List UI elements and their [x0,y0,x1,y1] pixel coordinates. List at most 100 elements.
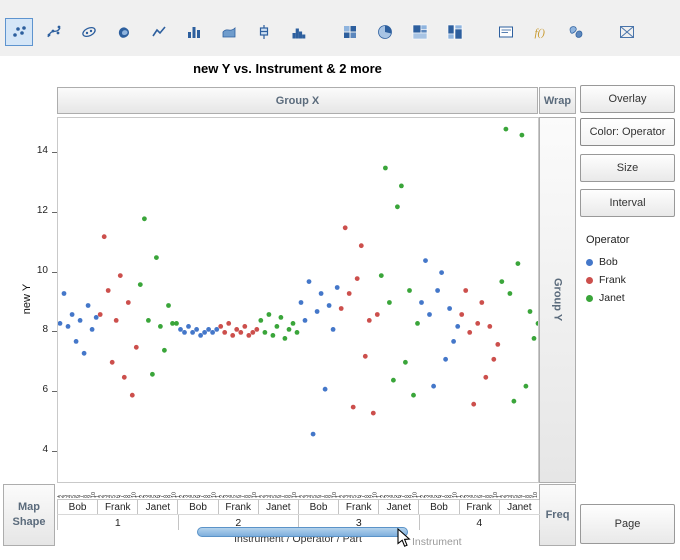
data-point[interactable] [222,330,227,335]
smoother-icon[interactable] [40,18,68,46]
data-point[interactable] [419,300,424,305]
data-point[interactable] [435,288,440,293]
data-point[interactable] [134,345,139,350]
data-point[interactable] [455,324,460,329]
data-point[interactable] [363,354,368,359]
data-point[interactable] [230,333,235,338]
data-point[interactable] [102,234,107,239]
plot-area[interactable] [57,117,539,483]
interval-button[interactable]: Interval [580,189,675,217]
data-point[interactable] [391,378,396,383]
group-x-drop-zone[interactable]: Group X [57,87,538,114]
data-point[interactable] [383,166,388,171]
data-point[interactable] [359,243,364,248]
data-point[interactable] [355,276,360,281]
data-point[interactable] [463,288,468,293]
legend-item[interactable]: Frank [586,271,678,289]
data-point[interactable] [471,402,476,407]
data-point[interactable] [415,321,420,326]
data-point[interactable] [371,411,376,416]
overlay-button[interactable]: Overlay [580,85,675,113]
data-point[interactable] [110,360,115,365]
data-point[interactable] [142,216,147,221]
data-point[interactable] [190,330,195,335]
data-point[interactable] [375,312,380,317]
data-point[interactable] [379,273,384,278]
data-point[interactable] [411,393,416,398]
data-point[interactable] [516,261,521,266]
data-point[interactable] [146,318,151,323]
data-point[interactable] [367,318,372,323]
data-point[interactable] [443,357,448,362]
data-point[interactable] [275,324,280,329]
data-point[interactable] [291,321,296,326]
data-point[interactable] [311,432,316,437]
data-point[interactable] [495,342,500,347]
data-point[interactable] [536,321,538,326]
data-point[interactable] [351,405,356,410]
data-point[interactable] [82,351,87,356]
data-point[interactable] [399,184,404,189]
data-point[interactable] [242,324,247,329]
data-point[interactable] [287,327,292,332]
data-point[interactable] [491,357,496,362]
data-point[interactable] [206,327,211,332]
area-icon[interactable] [215,18,243,46]
data-point[interactable] [451,339,456,344]
data-point[interactable] [126,300,131,305]
data-point[interactable] [234,327,239,332]
data-point[interactable] [70,312,75,317]
data-point[interactable] [263,330,268,335]
data-point[interactable] [508,291,513,296]
data-point[interactable] [74,339,79,344]
data-point[interactable] [138,282,143,287]
data-point[interactable] [250,330,255,335]
contour-icon[interactable] [110,18,138,46]
data-point[interactable] [226,321,231,326]
data-point[interactable] [279,315,284,320]
data-point[interactable] [246,333,251,338]
data-point[interactable] [439,270,444,275]
data-point[interactable] [467,330,472,335]
legend-item[interactable]: Bob [586,253,678,271]
freq-drop-zone[interactable]: Freq [539,484,576,546]
data-point[interactable] [403,360,408,365]
legend-item[interactable]: Janet [586,289,678,307]
data-point[interactable] [210,330,215,335]
data-point[interactable] [66,324,71,329]
formula-icon[interactable]: f() [527,18,555,46]
data-point[interactable] [387,300,392,305]
data-point[interactable] [122,375,127,380]
data-point[interactable] [202,330,207,335]
data-point[interactable] [130,393,135,398]
data-point[interactable] [186,324,191,329]
data-point[interactable] [520,133,525,138]
data-point[interactable] [58,321,62,326]
data-point[interactable] [528,309,533,314]
data-point[interactable] [327,303,332,308]
data-point[interactable] [431,384,436,389]
data-point[interactable] [319,291,324,296]
data-point[interactable] [512,399,517,404]
data-point[interactable] [395,204,400,209]
data-point[interactable] [62,291,67,296]
data-point[interactable] [154,255,159,260]
line-icon[interactable] [145,18,173,46]
data-point[interactable] [299,300,304,305]
data-point[interactable] [487,324,492,329]
data-point[interactable] [307,279,312,284]
data-point[interactable] [532,336,537,341]
y-axis-title[interactable]: new Y [21,269,33,329]
heatmap-icon[interactable] [336,18,364,46]
map-shapes-icon[interactable] [562,18,590,46]
color-button[interactable]: Color: Operator [580,118,675,146]
data-point[interactable] [483,375,488,380]
data-point[interactable] [194,327,199,332]
data-point[interactable] [339,306,344,311]
data-point[interactable] [182,330,187,335]
data-point[interactable] [323,387,328,392]
data-point[interactable] [98,312,103,317]
data-point[interactable] [407,288,412,293]
data-point[interactable] [459,312,464,317]
size-button[interactable]: Size [580,154,675,182]
